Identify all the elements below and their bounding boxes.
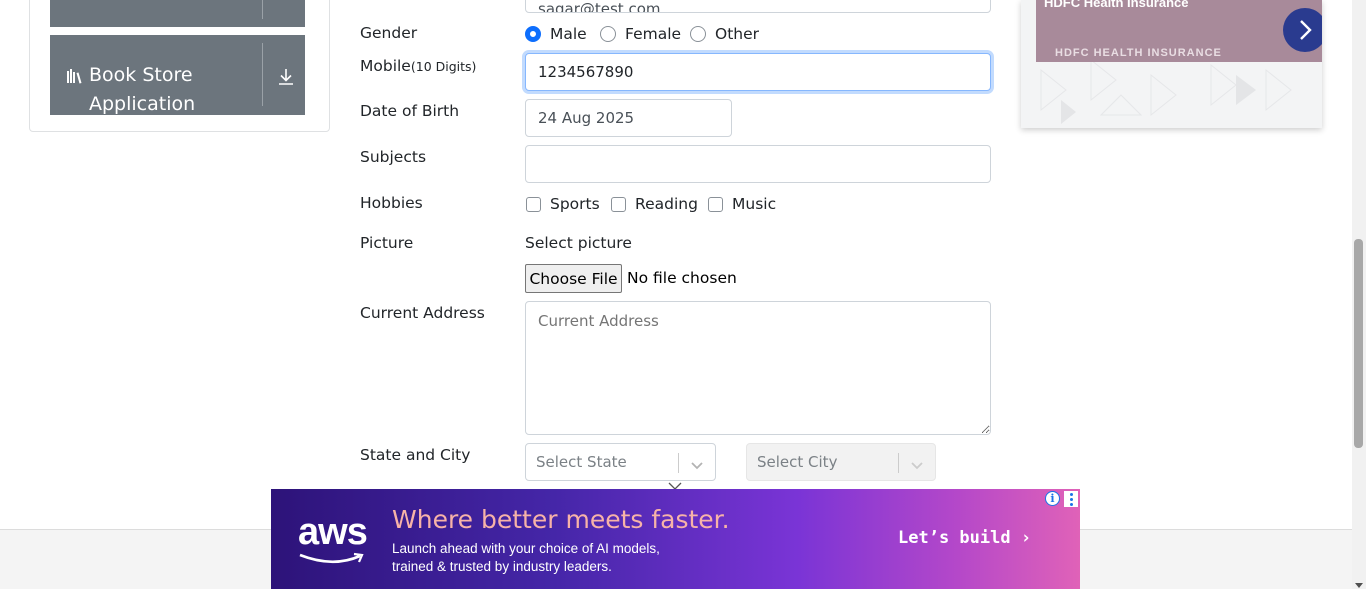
- select-picture-text: Select picture: [525, 234, 632, 252]
- dob-label: Date of Birth: [360, 102, 460, 120]
- picture-label: Picture: [360, 234, 414, 252]
- sidebar-item-divider: [262, 43, 263, 106]
- gender-label: Gender: [360, 24, 418, 42]
- hobby-checkbox-reading[interactable]: Reading: [611, 195, 698, 213]
- gender-radio-female[interactable]: Female: [600, 25, 681, 43]
- hobbies-label: Hobbies: [360, 194, 423, 212]
- choose-file-button[interactable]: Choose File: [525, 264, 622, 293]
- subjects-input[interactable]: [525, 145, 991, 183]
- dob-field[interactable]: 24 Aug 2025: [525, 99, 732, 137]
- select-separator: [898, 453, 899, 473]
- aws-smile-icon: [299, 552, 364, 564]
- email-value: sagar@test.com: [538, 0, 661, 13]
- city-placeholder: Select City: [757, 453, 838, 471]
- chevron-down-icon: [910, 457, 924, 475]
- mobile-label: Mobile(10 Digits): [360, 57, 476, 75]
- hdfc-title: HDFC Health Insurance: [1044, 0, 1189, 10]
- scroll-down-arrow-icon[interactable]: [1354, 575, 1364, 594]
- subjects-label: Subjects: [360, 148, 427, 166]
- checkbox-box: [611, 196, 626, 212]
- radio-dot-checked: [525, 26, 541, 42]
- aws-cta-link[interactable]: Let’s build ›: [898, 528, 1031, 548]
- state-city-label: State and City: [360, 446, 471, 464]
- chevron-down-icon: [690, 457, 704, 475]
- hdfc-ad[interactable]: HDFC Health Insurance HDFC HEALTH INSURA…: [1021, 0, 1322, 128]
- book-icon: [66, 68, 84, 88]
- no-file-text: No file chosen: [627, 269, 737, 287]
- hobby-label: Reading: [635, 195, 698, 213]
- hobby-label: Music: [732, 195, 777, 213]
- checkbox-box: [526, 196, 541, 212]
- sidebar-item-divider: [262, 0, 263, 19]
- ad-menu-dots-icon[interactable]: [1064, 491, 1078, 507]
- mobile-field[interactable]: 1234567890: [525, 53, 991, 91]
- mobile-label-text: Mobile: [360, 57, 411, 75]
- next-arrow-button[interactable]: [1283, 8, 1322, 52]
- aws-body-line1: Launch ahead with your choice of AI mode…: [392, 541, 660, 556]
- mobile-hint: (10 Digits): [410, 59, 477, 74]
- hobby-checkbox-sports[interactable]: Sports: [526, 195, 600, 213]
- current-address-textarea[interactable]: [525, 301, 991, 435]
- chevron-right-icon: [1300, 20, 1312, 40]
- checkbox-box: [708, 196, 723, 212]
- radio-dot: [600, 26, 616, 42]
- hobby-checkbox-music[interactable]: Music: [708, 195, 776, 213]
- download-icon[interactable]: [278, 68, 294, 90]
- gender-radio-other[interactable]: Other: [690, 25, 759, 43]
- state-select[interactable]: Select State: [525, 443, 716, 481]
- gender-radio-male[interactable]: Male: [525, 25, 587, 43]
- adchoices-info-icon[interactable]: i: [1045, 491, 1060, 506]
- aws-body-line2: trained & trusted by industry leaders.: [392, 559, 612, 574]
- scrollbar-thumb[interactable]: [1354, 239, 1363, 448]
- select-separator: [678, 453, 679, 473]
- email-field[interactable]: sagar@test.com: [525, 0, 991, 13]
- sidebar-item-previous[interactable]: [50, 0, 305, 27]
- hdfc-subtitle: HDFC HEALTH INSURANCE: [1055, 47, 1222, 59]
- aws-headline: Where better meets faster.: [392, 505, 730, 534]
- aws-ad-banner[interactable]: aws Where better meets faster. Launch ah…: [271, 489, 1080, 589]
- gender-option-label: Female: [625, 25, 682, 43]
- current-address-label: Current Address: [360, 304, 485, 322]
- aws-logo: aws: [298, 511, 368, 553]
- sidebar-item-label: Book Store Application: [89, 64, 196, 115]
- mobile-value: 1234567890: [538, 63, 634, 81]
- state-placeholder: Select State: [536, 453, 627, 471]
- gender-option-label: Male: [550, 25, 587, 43]
- hobby-label: Sports: [550, 195, 600, 213]
- gender-option-label: Other: [715, 25, 760, 43]
- dob-value: 24 Aug 2025: [538, 109, 635, 127]
- city-select[interactable]: Select City: [746, 443, 936, 481]
- radio-dot: [690, 26, 706, 42]
- sidebar-item-book-store[interactable]: Book Store Application: [50, 35, 305, 115]
